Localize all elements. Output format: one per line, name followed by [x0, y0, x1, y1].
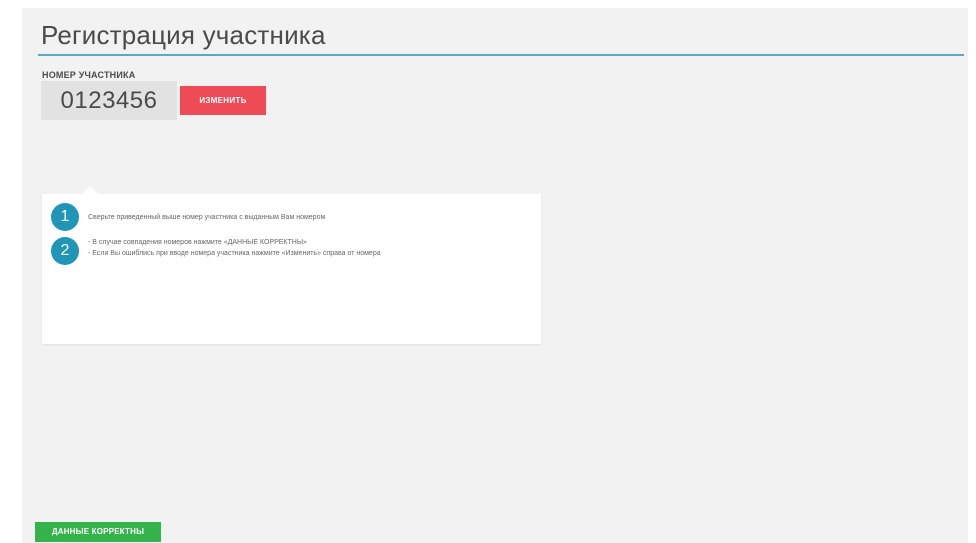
title-divider	[38, 54, 964, 56]
registration-page: Регистрация участника НОМЕР УЧАСТНИКА 01…	[22, 8, 968, 543]
participant-number-label: НОМЕР УЧАСТНИКА	[42, 70, 136, 80]
step-2-badge: 2	[51, 237, 79, 265]
panel-pointer	[82, 186, 98, 194]
confirm-data-button[interactable]: ДАННЫЕ КОРРЕКТНЫ	[35, 522, 161, 542]
instructions-panel: 1 Сверьте приведенный выше номер участни…	[42, 186, 541, 344]
step-1-badge: 1	[51, 203, 79, 231]
change-button[interactable]: ИЗМЕНИТЬ	[180, 86, 266, 115]
participant-number-display: 0123456	[41, 81, 177, 120]
step-2-text-line-2: - Если Вы ошиблись при вводе номера учас…	[88, 250, 381, 257]
step-2-text-line-1: - В случае совпадения номеров нажмите «Д…	[88, 239, 307, 246]
page-title: Регистрация участника	[41, 20, 326, 50]
step-1-text: Сверьте приведенный выше номер участника…	[88, 214, 326, 221]
